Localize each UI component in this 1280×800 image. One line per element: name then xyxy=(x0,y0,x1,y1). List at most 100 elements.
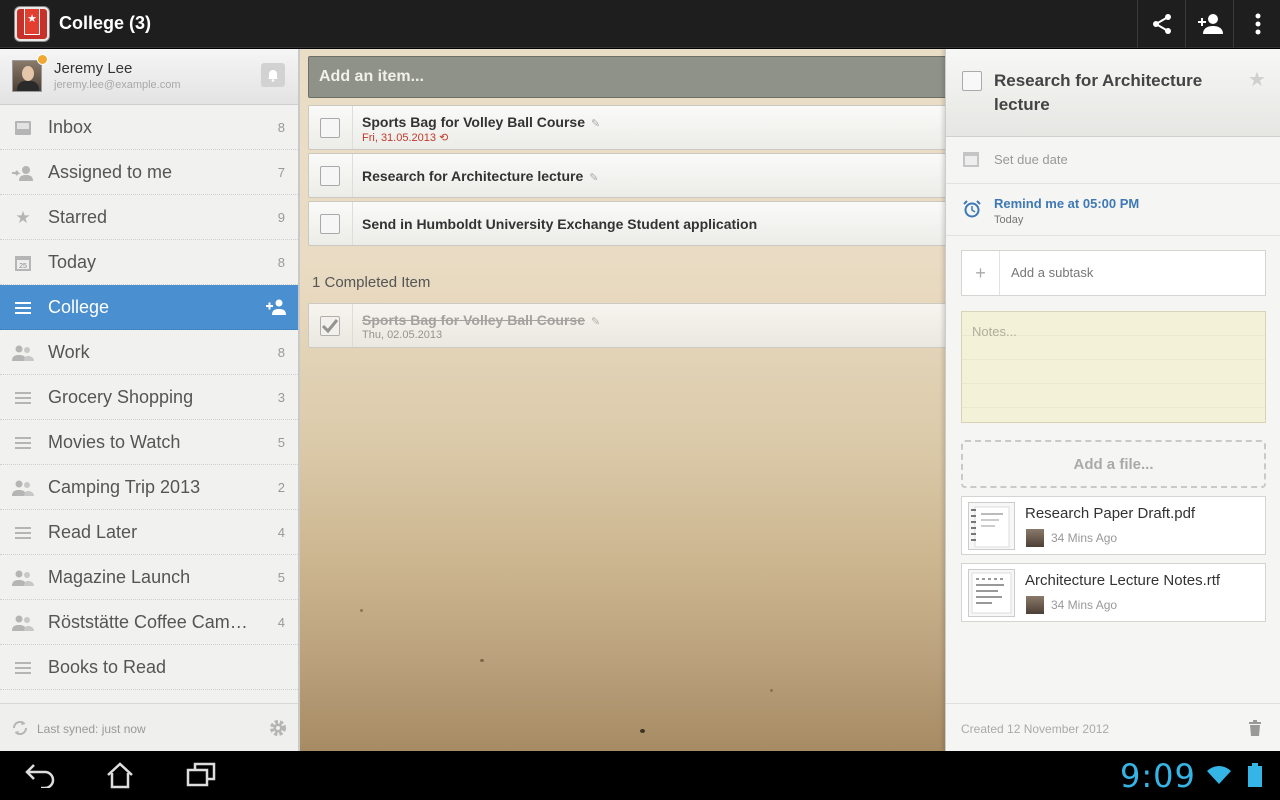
star-icon: ★ xyxy=(15,208,31,227)
sidebar-item-inbox[interactable]: Inbox 8 xyxy=(0,105,298,150)
delete-button[interactable] xyxy=(1248,720,1262,741)
sidebar-item-starred[interactable]: ★ Starred 9 xyxy=(0,195,298,240)
uploader-avatar xyxy=(1026,596,1044,614)
assigned-icon xyxy=(12,162,34,184)
sidebar-item-count: 8 xyxy=(277,120,285,135)
inbox-icon xyxy=(12,117,34,139)
sidebar-item-magazine-launch[interactable]: Magazine Launch 5 xyxy=(0,555,298,600)
file-name: Research Paper Draft.pdf xyxy=(1025,505,1196,522)
add-person-icon xyxy=(266,299,286,315)
sidebar-item-label: Today xyxy=(48,252,97,272)
gear-icon xyxy=(270,720,286,736)
divider xyxy=(352,106,353,149)
task-title: Research for Architecture lecture xyxy=(362,168,584,184)
calendar-icon xyxy=(963,151,979,172)
task-due-date: Thu, 02.05.2013 xyxy=(362,329,443,341)
back-button[interactable] xyxy=(20,759,60,791)
pin-icon: ✎ xyxy=(589,172,599,184)
sidebar-item-count: 5 xyxy=(277,570,285,585)
add-subtask-field[interactable]: + Add a subtask xyxy=(961,250,1266,296)
avatar-badge-icon xyxy=(37,54,48,65)
sidebar-item-label: Assigned to me xyxy=(48,162,173,182)
sidebar-item-camping-trip[interactable]: Camping Trip 2013 2 xyxy=(0,465,298,510)
divider xyxy=(352,202,353,245)
sidebar-item-count: 8 xyxy=(277,345,285,360)
sidebar-item-label: Work xyxy=(48,342,90,362)
due-date-row[interactable]: Set due date xyxy=(946,137,1280,184)
task-detail-panel: Research for Architecture lecture ★ Set … xyxy=(945,49,1280,751)
sidebar-item-grocery-shopping[interactable]: Grocery Shopping 3 xyxy=(0,375,298,420)
reminder-row[interactable]: Remind me at 05:00 PM Today xyxy=(946,184,1280,236)
add-person-button[interactable] xyxy=(1185,0,1233,48)
sidebar-item-count: 4 xyxy=(277,615,285,630)
sidebar-item-books-to-read[interactable]: Books to Read xyxy=(0,645,298,690)
uploader-avatar xyxy=(1026,529,1044,547)
share-icon xyxy=(1152,14,1171,34)
alarm-clock-icon xyxy=(963,200,981,223)
sidebar-item-assigned-to-me[interactable]: Assigned to me 7 xyxy=(0,150,298,195)
notes-placeholder: Notes... xyxy=(972,324,1017,339)
subtask-placeholder: Add a subtask xyxy=(1011,265,1094,280)
task-due-date: Fri, 31.05.2013 xyxy=(362,132,436,144)
task-row[interactable]: Sports Bag for Volley Ball Course ✎ Fri, … xyxy=(308,105,945,150)
notifications-button[interactable] xyxy=(261,63,285,87)
sidebar-item-label: Camping Trip 2013 xyxy=(48,477,201,497)
sidebar-item-count: 9 xyxy=(277,210,285,225)
completed-task-row[interactable]: Sports Bag for Volley Ball Course ✎ Thu, … xyxy=(308,303,945,348)
user-profile-header[interactable]: Jeremy Lee jeremy.lee@example.com xyxy=(0,49,298,105)
sidebar-item-college[interactable]: College xyxy=(0,285,298,330)
sync-button[interactable] xyxy=(11,719,29,742)
detail-header: Research for Architecture lecture ★ xyxy=(946,49,1280,137)
battery-icon xyxy=(1248,763,1262,792)
task-checkbox-checked[interactable] xyxy=(320,316,340,336)
back-icon xyxy=(25,764,55,788)
sidebar-item-label: Grocery Shopping xyxy=(48,387,194,407)
task-list-area: Add an item... Sports Bag for Volley Bal… xyxy=(300,49,945,751)
shared-list-icon xyxy=(12,342,34,364)
trash-icon xyxy=(1249,720,1261,736)
reminder-label: Remind me at 05:00 PM xyxy=(994,196,1140,211)
file-attachment[interactable]: Research Paper Draft.pdf 34 Mins Ago xyxy=(961,496,1266,555)
list-navigation: Inbox 8 Assigned to me 7 ★ Starred 9 25 … xyxy=(0,105,298,690)
document-thumbnail-icon xyxy=(968,569,1015,617)
add-file-button[interactable]: Add a file... xyxy=(961,440,1266,488)
detail-checkbox[interactable] xyxy=(962,71,982,91)
add-item-field[interactable]: Add an item... xyxy=(308,56,945,98)
home-button[interactable] xyxy=(100,759,140,791)
completed-heading[interactable]: 1 Completed Item xyxy=(312,274,430,291)
task-row[interactable]: Research for Architecture lecture ✎ xyxy=(308,153,945,198)
overflow-menu-icon xyxy=(1255,13,1260,35)
file-name: Architecture Lecture Notes.rtf xyxy=(1025,572,1221,589)
sidebar-item-count: 7 xyxy=(277,165,285,180)
background-texture xyxy=(770,689,773,692)
list-icon xyxy=(12,522,34,544)
share-list-button[interactable] xyxy=(266,299,286,320)
app-logo-icon[interactable]: ★ xyxy=(15,7,49,41)
sidebar-item-roststatte-coffee[interactable]: Röststätte Coffee Cam… 4 xyxy=(0,600,298,645)
sidebar-item-work[interactable]: Work 8 xyxy=(0,330,298,375)
star-icon[interactable]: ★ xyxy=(1248,67,1266,92)
notes-field[interactable]: Notes... xyxy=(961,311,1266,423)
sidebar-item-read-later[interactable]: Read Later 4 xyxy=(0,510,298,555)
task-checkbox[interactable] xyxy=(320,118,340,138)
task-title: Sports Bag for Volley Ball Course xyxy=(362,312,586,328)
settings-button[interactable] xyxy=(268,718,288,743)
task-row[interactable]: Send in Humboldt University Exchange Stu… xyxy=(308,201,945,246)
task-title: Send in Humboldt University Exchange Stu… xyxy=(362,216,758,232)
file-attachment[interactable]: Architecture Lecture Notes.rtf 34 Mins A… xyxy=(961,563,1266,622)
file-time: 34 Mins Ago xyxy=(1051,598,1118,612)
sidebar-item-today[interactable]: 25 Today 8 xyxy=(0,240,298,285)
svg-text:25: 25 xyxy=(19,263,27,270)
divider xyxy=(352,304,353,347)
task-checkbox[interactable] xyxy=(320,214,340,234)
recent-apps-button[interactable] xyxy=(181,759,221,791)
plus-icon[interactable]: + xyxy=(962,251,1000,295)
calendar-icon: 25 xyxy=(12,252,34,274)
overflow-menu-button[interactable] xyxy=(1233,0,1280,48)
task-checkbox[interactable] xyxy=(320,166,340,186)
recent-apps-icon xyxy=(186,762,216,787)
detail-title[interactable]: Research for Architecture lecture xyxy=(994,69,1224,117)
share-button[interactable] xyxy=(1137,0,1185,48)
sidebar-item-movies-to-watch[interactable]: Movies to Watch 5 xyxy=(0,420,298,465)
sync-icon xyxy=(12,720,28,736)
